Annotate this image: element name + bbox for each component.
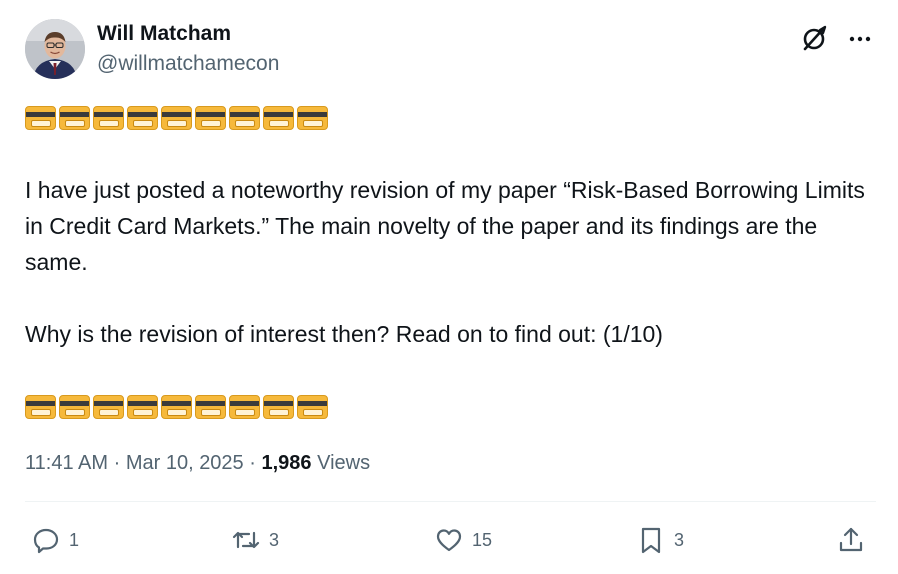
tweet-paragraph: Why is the revision of interest then? Re… [25, 321, 663, 347]
credit-card-icon [297, 395, 328, 419]
credit-card-emoji-row [25, 106, 328, 130]
credit-card-icon [93, 395, 124, 419]
credit-card-icon [59, 106, 90, 130]
views-label[interactable]: Views [317, 452, 370, 474]
share-icon [839, 527, 863, 552]
credit-card-icon [229, 106, 260, 130]
bookmark-button[interactable]: 3 [636, 520, 684, 560]
credit-card-icon [25, 106, 56, 130]
credit-card-icon [263, 395, 294, 419]
reply-icon [33, 528, 59, 554]
credit-card-icon [229, 395, 260, 419]
tweet-time[interactable]: 11:41 AM [25, 452, 108, 474]
credit-card-emoji-row [25, 395, 328, 419]
credit-card-icon [59, 395, 90, 419]
credit-card-icon [25, 395, 56, 419]
credit-card-icon [93, 106, 124, 130]
action-bar: 1 3 15 3 [0, 520, 898, 560]
reply-count: 1 [69, 529, 80, 550]
grok-icon[interactable] [800, 24, 828, 52]
repost-count: 3 [269, 529, 280, 550]
meta-separator: · [249, 452, 256, 474]
author-name[interactable]: Will Matcham [97, 20, 231, 48]
avatar[interactable] [25, 19, 85, 79]
credit-card-icon [195, 395, 226, 419]
reply-button[interactable]: 1 [31, 520, 79, 560]
credit-card-icon [161, 106, 192, 130]
credit-card-icon [263, 106, 294, 130]
credit-card-icon [195, 106, 226, 130]
like-button[interactable]: 15 [434, 520, 492, 560]
meta-separator: · [113, 452, 121, 474]
credit-card-icon [161, 395, 192, 419]
credit-card-icon [127, 106, 158, 130]
credit-card-icon [297, 106, 328, 130]
heart-icon [436, 529, 462, 552]
tweet-card: Will Matcham @willmatchamecon I have jus… [0, 0, 898, 574]
repost-button[interactable]: 3 [231, 520, 279, 560]
like-count: 15 [472, 529, 493, 550]
bookmark-count: 3 [674, 529, 685, 550]
credit-card-icon [127, 395, 158, 419]
repost-icon [232, 531, 260, 549]
tweet-meta: 11:41 AM · Mar 10, 2025 · 1,986 Views [25, 448, 370, 478]
more-icon[interactable] [846, 26, 874, 52]
divider [25, 501, 876, 502]
tweet-text: I have just posted a noteworthy revision… [25, 172, 875, 352]
bookmark-icon [641, 527, 661, 554]
tweet-date[interactable]: Mar 10, 2025 [126, 452, 244, 474]
tweet-paragraph: I have just posted a noteworthy revision… [25, 177, 865, 275]
share-button[interactable] [836, 520, 866, 560]
avatar-image [25, 19, 85, 79]
author-handle[interactable]: @willmatchamecon [97, 50, 279, 78]
views-count[interactable]: 1,986 [261, 452, 311, 474]
